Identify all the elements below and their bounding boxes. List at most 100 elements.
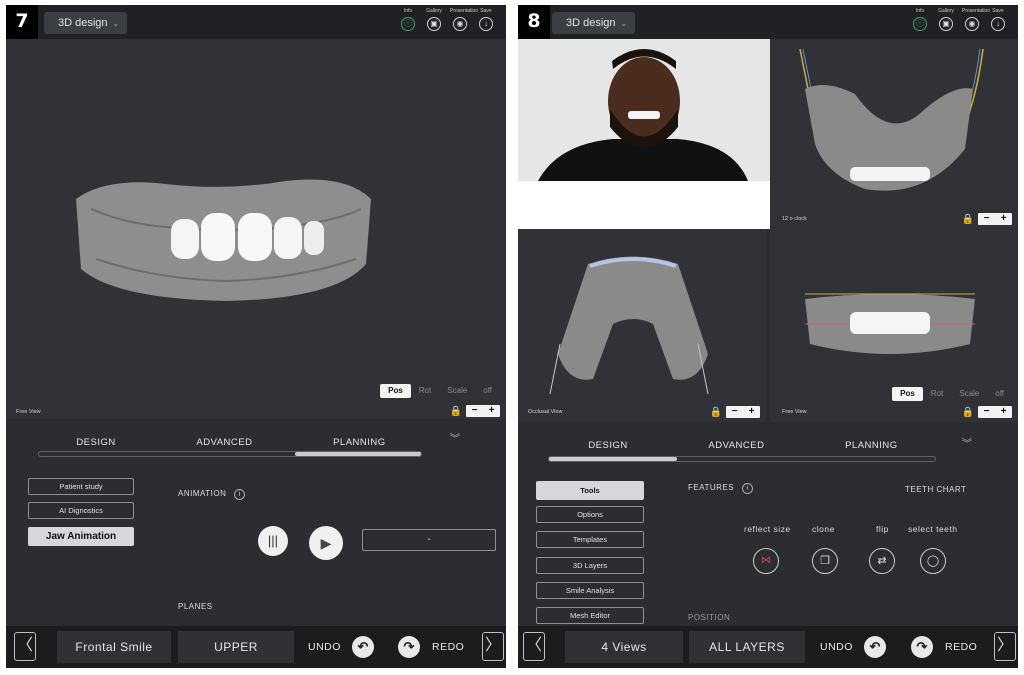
tab-advanced[interactable]: ADVANCED	[196, 437, 252, 448]
play-button[interactable]: ▶	[309, 526, 343, 560]
collapse-chevron-icon[interactable]: ︾	[960, 440, 974, 450]
side-btn-options[interactable]: Options	[536, 506, 644, 523]
toggle-scale[interactable]: Scale	[951, 387, 987, 401]
toggle-scale[interactable]: Scale	[439, 384, 475, 398]
toggle-rot[interactable]: Rot	[411, 384, 439, 398]
chevron-down-icon: ⌄	[112, 19, 120, 28]
side-btn-mesh-editor[interactable]: Mesh Editor	[536, 607, 644, 624]
zoom-out-button[interactable]: −	[472, 405, 478, 417]
zoom-out-button[interactable]: −	[984, 213, 990, 225]
next-arrow-icon[interactable]: 〉	[994, 632, 1016, 661]
planes-section: PLANES	[178, 602, 213, 611]
select-teeth-icon[interactable]: ◯	[920, 548, 946, 574]
info-icon: ⓘ	[401, 17, 415, 31]
presentation-button[interactable]: Presentation ◉	[962, 8, 990, 31]
undo-icon[interactable]: ↶	[352, 636, 374, 658]
toggle-rot[interactable]: Rot	[923, 387, 951, 401]
clone-icon[interactable]: ❐	[812, 548, 838, 574]
side-btn-tools[interactable]: Tools	[536, 481, 644, 500]
flip-icon[interactable]: ⇄	[869, 548, 895, 574]
side-btn-smile-analysis[interactable]: Smile Analysis	[536, 582, 644, 599]
toggle-pos[interactable]: Pos	[380, 384, 411, 398]
reflect-size-icon[interactable]: ⋈	[753, 548, 779, 574]
info-icon[interactable]: i	[742, 483, 754, 494]
viewport-occlusal[interactable]: Occlusal View 🔒 − +	[518, 229, 766, 422]
view-label-occlusal: Occlusal View	[528, 409, 563, 415]
side-btn-3d-layers[interactable]: 3D Layers	[536, 557, 644, 574]
presentation-icon: ◉	[453, 17, 467, 31]
tab-advanced[interactable]: ADVANCED	[708, 440, 764, 451]
all-layers-button[interactable]: ALL LAYERS	[689, 631, 805, 663]
active-tab-fill	[295, 452, 421, 456]
gallery-icon: ▣	[939, 17, 953, 31]
occlusal-arch-model[interactable]	[548, 244, 718, 399]
side-btn-patient-study[interactable]: Patient study	[28, 478, 134, 495]
audio-wave-icon[interactable]: |||	[258, 526, 288, 556]
panel-number: 8	[518, 5, 550, 39]
tab-design[interactable]: DESIGN	[76, 437, 115, 448]
prev-arrow-icon[interactable]: 〈	[14, 632, 36, 661]
toggle-pos[interactable]: Pos	[892, 387, 923, 401]
patient-photo-quadrant[interactable]	[518, 39, 770, 229]
info-button[interactable]: Info ⓘ	[910, 8, 930, 31]
save-button[interactable]: Save ↓	[476, 8, 496, 31]
gallery-icon: ▣	[427, 17, 441, 31]
3d-viewport[interactable]: Free View Pos Rot Scale off 🔒 − +	[6, 39, 506, 419]
toggle-off[interactable]: off	[475, 384, 500, 398]
zoom-in-button[interactable]: +	[749, 406, 755, 418]
zoom-out-button[interactable]: −	[984, 406, 990, 418]
save-icon: ↓	[479, 17, 493, 31]
side-btn-ai-diagnostics[interactable]: AI Dignostics	[28, 502, 134, 519]
info-button[interactable]: Info ⓘ	[398, 8, 418, 31]
undo-label: UNDO	[308, 641, 341, 653]
bottom-bar: 〈 Frontal Smile UPPER UNDO ↶ ↷ REDO 〉	[6, 626, 506, 668]
redo-icon[interactable]: ↷	[398, 636, 420, 658]
feature-label-flip: flip	[876, 524, 889, 534]
top-bar: 7 3D design ⌄ Info ⓘ Gallery ▣ Presentation…	[6, 5, 506, 39]
zoom-control: 🔒 − +	[710, 406, 760, 418]
tab-indicator	[548, 456, 936, 462]
side-btn-templates[interactable]: Templates	[536, 531, 644, 548]
top-icons: Info ⓘ Gallery ▣ Presentation ◉ Save ↓	[398, 8, 496, 31]
tooth	[201, 213, 235, 261]
viewport-12-oclock[interactable]: 12 o clock 🔒 − +	[770, 39, 1018, 229]
jaw-model[interactable]	[66, 169, 386, 309]
mode-dropdown[interactable]: 3D design ⌄	[552, 12, 636, 34]
four-views-button[interactable]: 4 Views	[565, 631, 683, 663]
tab-design[interactable]: DESIGN	[588, 440, 627, 451]
tab-row: DESIGN ADVANCED PLANNING	[36, 437, 426, 448]
side-btn-jaw-animation[interactable]: Jaw Animation	[28, 527, 134, 546]
mode-dropdown[interactable]: 3D design ⌄	[44, 12, 128, 34]
toggle-off[interactable]: off	[987, 387, 1012, 401]
lock-icon[interactable]: 🔒	[710, 407, 722, 418]
zoom-out-button[interactable]: −	[732, 406, 738, 418]
zoom-in-button[interactable]: +	[489, 405, 495, 417]
frontal-smile-button[interactable]: Frontal Smile	[57, 631, 171, 663]
presentation-button[interactable]: Presentation ◉	[450, 8, 478, 31]
lock-icon[interactable]: 🔒	[962, 407, 974, 418]
next-arrow-icon[interactable]: 〉	[482, 632, 504, 661]
gallery-button[interactable]: Gallery ▣	[936, 8, 956, 31]
zoom-in-button[interactable]: +	[1001, 406, 1007, 418]
info-icon: ⓘ	[913, 17, 927, 31]
redo-icon[interactable]: ↷	[911, 636, 933, 658]
save-button[interactable]: Save ↓	[988, 8, 1008, 31]
tab-planning[interactable]: PLANNING	[333, 437, 386, 448]
teeth-chart-link[interactable]: TEETH CHART	[905, 485, 966, 494]
lock-icon[interactable]: 🔒	[450, 406, 462, 417]
frontal-arch-model[interactable]	[800, 284, 980, 364]
gallery-button[interactable]: Gallery ▣	[424, 8, 444, 31]
viewport-free[interactable]: Free View Pos Rot Scale off 🔒 − +	[770, 229, 1018, 422]
lock-icon[interactable]: 🔒	[962, 214, 974, 225]
zoom-control: 🔒 − +	[962, 213, 1012, 225]
collapse-chevron-icon[interactable]: ︾	[448, 435, 462, 445]
info-icon[interactable]: i	[234, 489, 246, 500]
patient-face-image	[518, 39, 770, 181]
animation-value-field[interactable]: -	[362, 529, 496, 551]
tab-planning[interactable]: PLANNING	[845, 440, 898, 451]
zoom-in-button[interactable]: +	[1001, 213, 1007, 225]
prev-arrow-icon[interactable]: 〈	[523, 632, 545, 661]
upper-arch-model[interactable]	[795, 49, 985, 199]
undo-icon[interactable]: ↶	[864, 636, 886, 658]
upper-button[interactable]: UPPER	[178, 631, 294, 663]
